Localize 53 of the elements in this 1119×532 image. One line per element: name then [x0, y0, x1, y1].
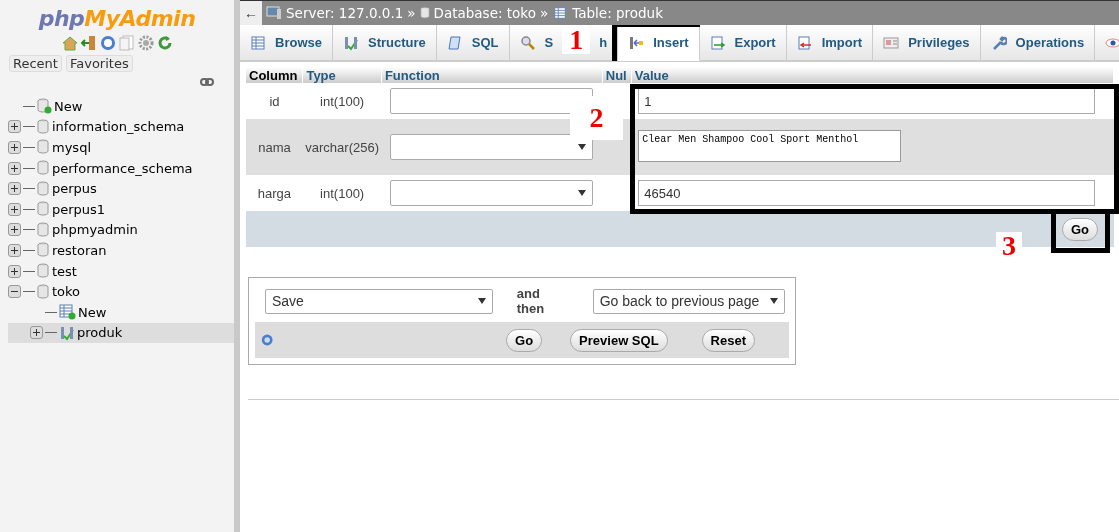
- tree-item[interactable]: perpus: [52, 181, 97, 197]
- tree-item[interactable]: test: [52, 263, 77, 279]
- tree-item[interactable]: toko: [52, 284, 81, 300]
- tab[interactable]: SQL: [436, 25, 510, 61]
- tree-item[interactable]: information_schema: [52, 119, 185, 135]
- tab[interactable]: Privileges: [873, 25, 981, 61]
- form-button[interactable]: Reset: [701, 328, 755, 352]
- tab[interactable]: Import: [786, 25, 874, 61]
- column-header: Type: [302, 67, 382, 83]
- tab[interactable]: Export: [699, 25, 787, 61]
- table-cell: nama: [246, 119, 303, 175]
- form-button[interactable]: Preview SQL: [570, 328, 668, 352]
- breadcrumb-separator: »: [539, 5, 549, 21]
- column-header: Function: [381, 67, 603, 83]
- sidebar-button[interactable]: Favorites: [65, 55, 133, 72]
- table-cell: int(100): [302, 83, 382, 119]
- breadcrumb-link[interactable]: Table: produk: [572, 5, 663, 21]
- after-select[interactable]: Go back to previous page: [592, 288, 785, 314]
- tree-item[interactable]: restoran: [52, 242, 107, 258]
- breadcrumb-link[interactable]: Server: 127.0.0.1: [286, 5, 404, 21]
- tree-item[interactable]: New: [54, 98, 83, 114]
- value-field[interactable]: 46540: [638, 180, 1096, 206]
- tree-item[interactable]: perpus1: [52, 201, 106, 217]
- table-cell: harga: [246, 175, 303, 211]
- tab-label[interactable]: h: [599, 35, 608, 50]
- tab[interactable]: Operations: [980, 25, 1096, 61]
- sidebar-button[interactable]: Recent: [9, 55, 62, 72]
- tab[interactable]: Structure: [332, 25, 437, 61]
- annotation-number: 2: [570, 96, 623, 140]
- column-header: Column: [246, 67, 303, 83]
- column-header: Value: [631, 67, 1114, 83]
- tree-item[interactable]: New: [78, 304, 107, 320]
- tab-label[interactable]: S: [544, 35, 554, 50]
- tab[interactable]: Browse: [240, 25, 333, 61]
- column-header: Nul: [602, 67, 632, 83]
- form-button[interactable]: Go: [506, 328, 543, 352]
- tree-item[interactable]: mysql: [52, 140, 91, 155]
- tree-item[interactable]: phpmyadmin: [52, 222, 138, 238]
- go-button[interactable]: Go: [1061, 217, 1098, 241]
- table-cell: int(100): [302, 175, 382, 211]
- table-cell: varchar(256): [302, 119, 382, 175]
- logo[interactable]: phpMyAdmin: [0, 0, 234, 31]
- value-field[interactable]: 1: [638, 88, 1096, 114]
- breadcrumb-separator: »: [407, 5, 416, 21]
- breadcrumb-link[interactable]: Database: toko: [433, 5, 536, 21]
- action-select[interactable]: Save: [265, 288, 493, 314]
- tab[interactable]: S 1 h: [509, 25, 619, 61]
- back-button[interactable]: ←: [240, 1, 262, 25]
- and-then-label: and then: [516, 286, 546, 316]
- tree-item[interactable]: performance_schema: [52, 160, 193, 176]
- tree-item[interactable]: produk: [77, 325, 123, 341]
- value-field[interactable]: Clear Men Shampoo Cool Sport Menthol: [638, 129, 902, 162]
- table-cell: id: [246, 83, 303, 119]
